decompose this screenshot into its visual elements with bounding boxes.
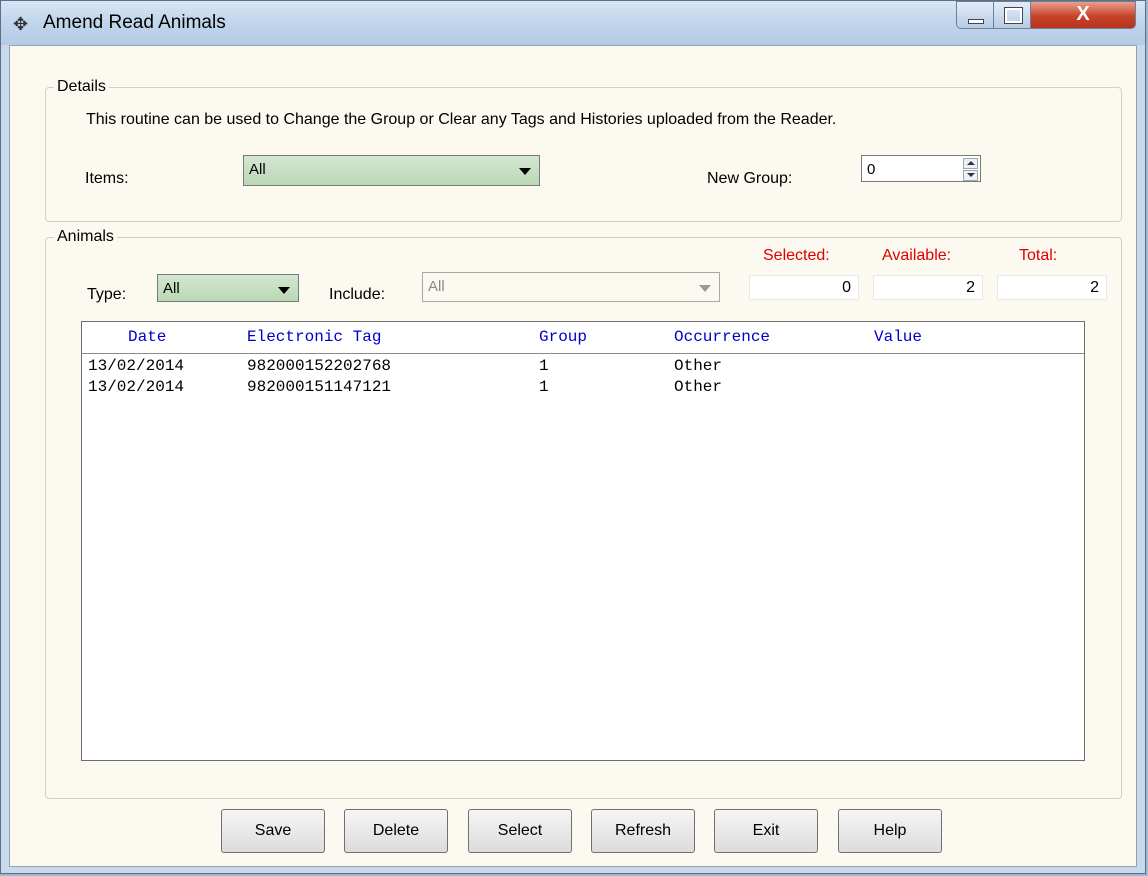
spin-up-icon[interactable] — [963, 158, 978, 169]
available-label: Available: — [882, 247, 952, 264]
items-dropdown[interactable]: All — [243, 155, 540, 186]
save-button[interactable]: Save — [221, 809, 325, 853]
type-dropdown[interactable]: All — [157, 274, 299, 302]
cell-date: 13/02/2014 — [88, 378, 185, 396]
details-group-title: Details — [54, 78, 109, 96]
table-row[interactable]: 13/02/2014 982000152202768 1 Other — [82, 356, 1084, 377]
items-label: Items: — [85, 170, 129, 187]
minimize-button[interactable] — [956, 1, 994, 29]
details-group: Details This routine can be used to Chan… — [45, 78, 1122, 222]
window-title: Amend Read Animals — [43, 12, 226, 33]
cell-electronic-tag: 982000151147121 — [247, 378, 392, 396]
selected-label: Selected: — [763, 247, 830, 264]
maximize-button[interactable] — [993, 1, 1031, 29]
spin-down-icon[interactable] — [963, 170, 978, 181]
list-header: Date Electronic Tag Group Occurrence Val… — [82, 322, 1084, 354]
cell-occurrence: Other — [674, 378, 723, 396]
include-dropdown[interactable]: All — [422, 272, 720, 302]
total-label: Total: — [1019, 247, 1058, 264]
title-bar[interactable]: ✥ Amend Read Animals X — [1, 1, 1145, 45]
column-header-occurrence[interactable]: Occurrence — [674, 328, 770, 346]
available-count: 2 — [873, 275, 983, 300]
cell-group: 1 — [539, 357, 549, 375]
total-count: 2 — [997, 275, 1107, 300]
help-button[interactable]: Help — [838, 809, 942, 853]
cell-date: 13/02/2014 — [88, 357, 185, 375]
column-header-date[interactable]: Date — [128, 328, 166, 346]
spinner-buttons[interactable] — [963, 158, 978, 181]
animals-list[interactable]: Date Electronic Tag Group Occurrence Val… — [81, 321, 1085, 761]
animals-group-title: Animals — [54, 228, 117, 246]
refresh-button[interactable]: Refresh — [591, 809, 695, 853]
new-group-spinner[interactable]: 0 — [861, 155, 981, 182]
dialog-body: Details This routine can be used to Chan… — [9, 45, 1137, 867]
new-group-value: 0 — [867, 161, 876, 178]
close-icon: X — [1076, 3, 1090, 25]
include-label: Include: — [329, 286, 386, 303]
cell-occurrence: Other — [674, 357, 723, 375]
cell-electronic-tag: 982000152202768 — [247, 357, 392, 375]
close-button[interactable]: X — [1030, 1, 1136, 29]
maximize-icon — [1005, 8, 1022, 23]
include-dropdown-value: All — [428, 278, 445, 295]
details-description: This routine can be used to Change the G… — [86, 111, 837, 128]
chevron-down-icon — [278, 287, 290, 294]
app-icon: ✥ — [13, 14, 29, 34]
column-header-electronic-tag[interactable]: Electronic Tag — [247, 328, 381, 346]
delete-button[interactable]: Delete — [344, 809, 448, 853]
select-button[interactable]: Select — [468, 809, 572, 853]
minimize-icon — [968, 19, 984, 24]
exit-button[interactable]: Exit — [714, 809, 818, 853]
chevron-down-icon — [519, 168, 531, 175]
new-group-label: New Group: — [707, 170, 793, 187]
table-row[interactable]: 13/02/2014 982000151147121 1 Other — [82, 377, 1084, 398]
type-dropdown-value: All — [163, 280, 180, 297]
type-label: Type: — [87, 286, 127, 303]
cell-group: 1 — [539, 378, 549, 396]
column-header-value[interactable]: Value — [874, 328, 922, 346]
column-header-group[interactable]: Group — [539, 328, 587, 346]
chevron-down-icon — [699, 285, 711, 292]
items-dropdown-value: All — [249, 161, 266, 178]
selected-count: 0 — [749, 275, 859, 300]
main-window: ✥ Amend Read Animals X Details This rout… — [0, 0, 1146, 874]
